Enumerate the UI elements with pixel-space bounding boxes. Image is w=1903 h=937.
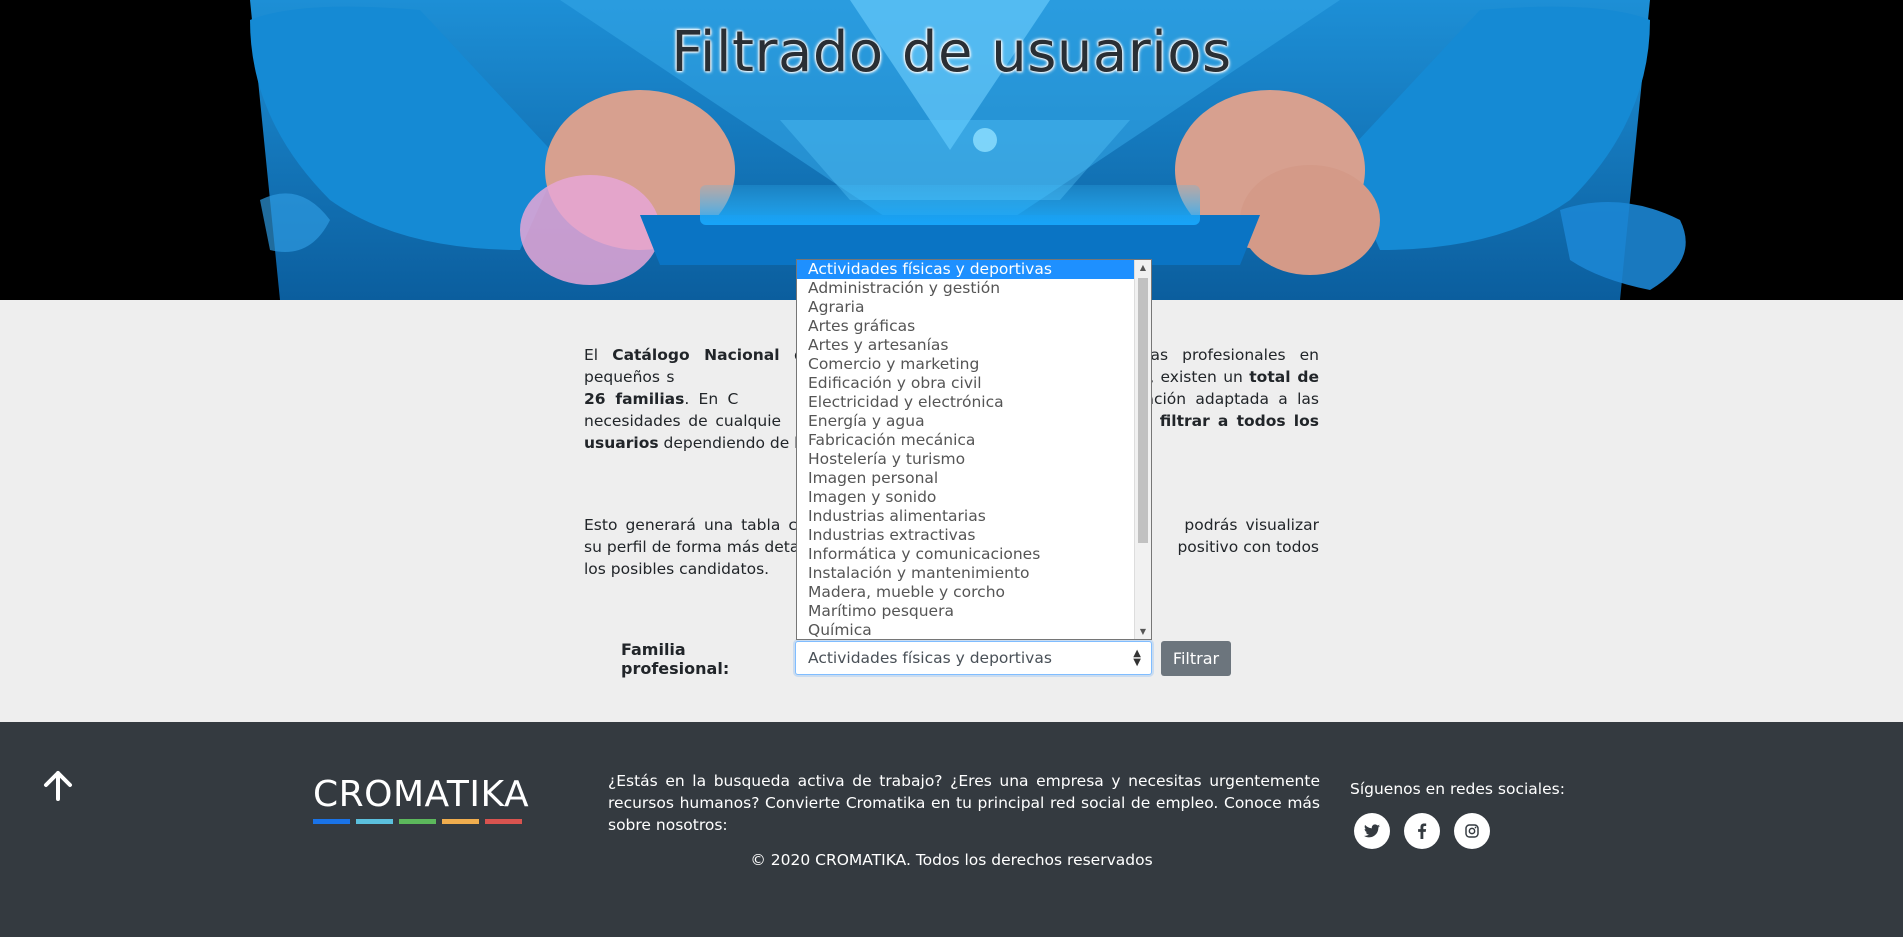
dropdown-option[interactable]: Edificación y obra civil (797, 374, 1151, 393)
dropdown-option[interactable]: Industrias alimentarias (797, 507, 1151, 526)
filter-form: Familia profesional: Actividades físicas… (621, 640, 1231, 678)
page-title: Filtrado de usuarios (671, 20, 1232, 85)
dropdown-option[interactable]: Marítimo pesquera (797, 602, 1151, 621)
scroll-thumb[interactable] (1138, 278, 1148, 543)
logo-color-bar (399, 819, 436, 824)
dropdown-option[interactable]: Artes y artesanías (797, 336, 1151, 355)
dropdown-option[interactable]: Imagen personal (797, 469, 1151, 488)
dropdown-option[interactable]: Electricidad y electrónica (797, 393, 1151, 412)
dropdown-option[interactable]: Energía y agua (797, 412, 1151, 431)
dropdown-option[interactable]: Actividades físicas y deportivas (797, 260, 1151, 279)
select-arrows-icon: ▲ ▼ (1133, 648, 1141, 668)
dropdown-option[interactable]: Fabricación mecánica (797, 431, 1151, 450)
twitter-icon[interactable] (1354, 813, 1390, 849)
social-links (1354, 813, 1490, 849)
logo-color-bar (356, 819, 393, 824)
hero-banner: Filtrado de usuarios (0, 0, 1903, 300)
logo-color-bar (442, 819, 479, 824)
dropdown-option[interactable]: Hostelería y turismo (797, 450, 1151, 469)
footer: CROMATIKA ¿Estás en la busqueda activa d… (0, 722, 1903, 937)
social-label: Síguenos en redes sociales: (1350, 780, 1565, 798)
dropdown-scrollbar[interactable]: ▲ ▼ (1134, 260, 1151, 639)
logo-color-bar (313, 819, 350, 824)
dropdown-option[interactable]: Informática y comunicaciones (797, 545, 1151, 564)
filter-button[interactable]: Filtrar (1161, 641, 1231, 676)
dropdown-option[interactable]: Química (797, 621, 1151, 639)
family-select[interactable]: Actividades físicas y deportivas ▲ ▼ (795, 641, 1152, 675)
cromatika-logo[interactable]: CROMATIKA (313, 774, 529, 815)
family-select-value: Actividades físicas y deportivas (808, 649, 1052, 667)
dropdown-option[interactable]: Imagen y sonido (797, 488, 1151, 507)
family-dropdown-list[interactable]: Actividades físicas y deportivas Administ… (796, 259, 1152, 640)
logo-color-bar (485, 819, 522, 824)
dropdown-option[interactable]: Instalación y mantenimiento (797, 564, 1151, 583)
footer-about-text: ¿Estás en la busqueda activa de trabajo?… (608, 772, 1320, 834)
dropdown-option[interactable]: Artes gráficas (797, 317, 1151, 336)
copyright: © 2020 CROMATIKA. Todos los derechos res… (750, 851, 1153, 869)
back-to-top-icon[interactable] (40, 767, 76, 803)
dropdown-option[interactable]: Agraria (797, 298, 1151, 317)
logo-color-bars (313, 819, 522, 824)
dropdown-option[interactable]: Comercio y marketing (797, 355, 1151, 374)
scroll-up-icon[interactable]: ▲ (1135, 260, 1151, 275)
instagram-icon[interactable] (1454, 813, 1490, 849)
dropdown-option[interactable]: Madera, mueble y corcho (797, 583, 1151, 602)
family-label: Familia profesional: (621, 640, 730, 678)
dropdown-option[interactable]: Industrias extractivas (797, 526, 1151, 545)
scroll-down-icon[interactable]: ▼ (1135, 624, 1151, 639)
facebook-icon[interactable] (1404, 813, 1440, 849)
dropdown-option[interactable]: Administración y gestión (797, 279, 1151, 298)
